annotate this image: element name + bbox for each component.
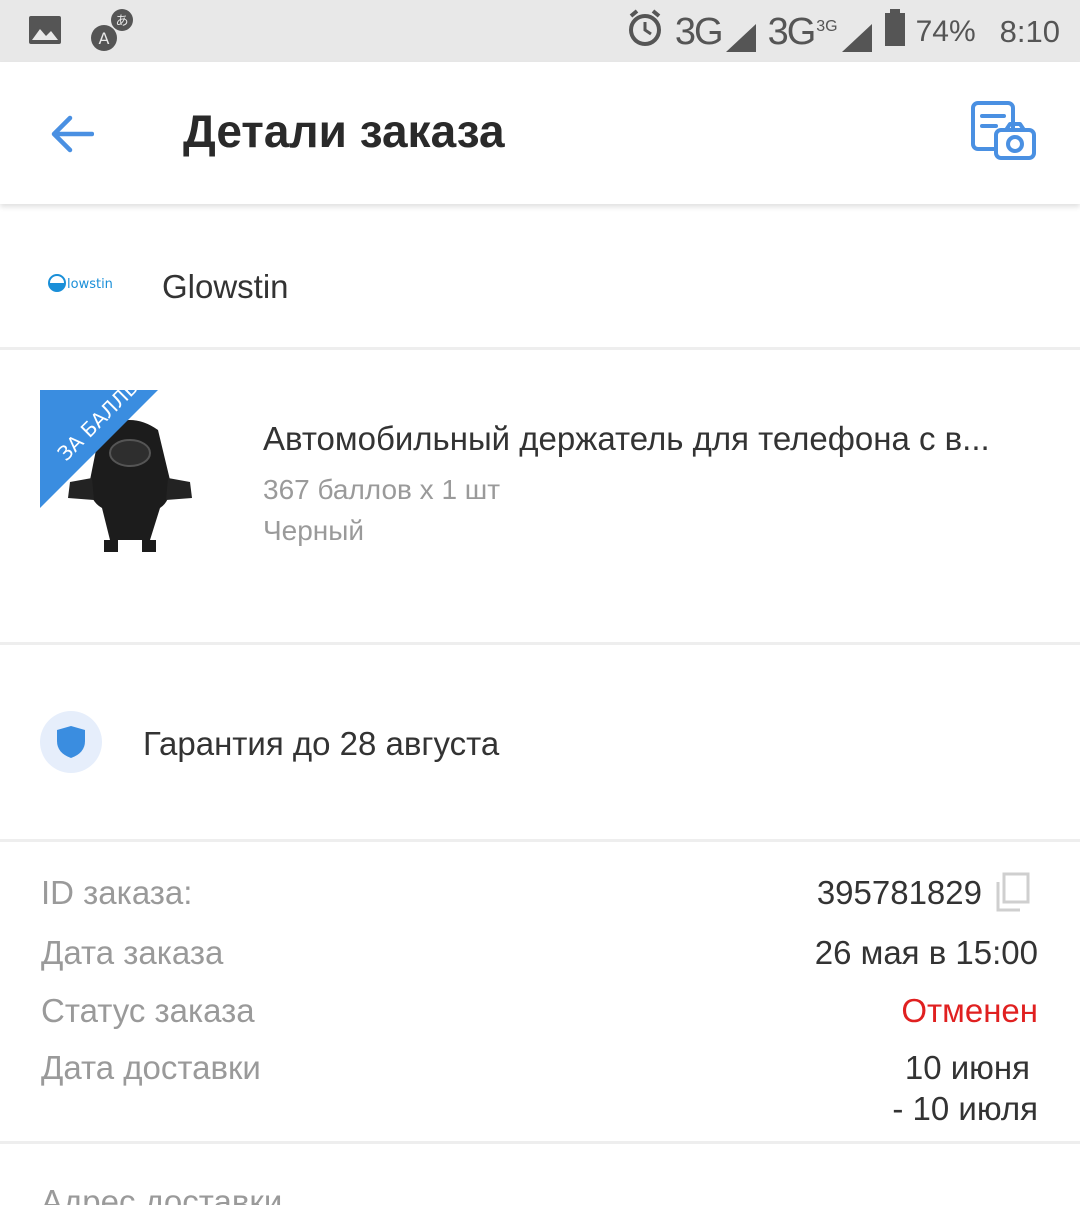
warranty-text: Гарантия до 28 августа bbox=[143, 725, 500, 762]
product-image: ЗА БАЛЛЫ bbox=[40, 372, 210, 560]
signal-icon bbox=[725, 23, 756, 52]
delivery-date-value-end: - 10 июля bbox=[892, 1090, 1038, 1127]
delivery-date-label: Дата доставки bbox=[41, 1049, 261, 1086]
product-row[interactable]: ЗА БАЛЛЫ Автомобильный держатель для тел… bbox=[0, 350, 1080, 645]
warranty-row[interactable]: Гарантия до 28 августа bbox=[0, 645, 1080, 842]
network-type-sup: 3G bbox=[816, 17, 838, 35]
alarm-icon bbox=[625, 8, 665, 56]
product-color: Черный bbox=[263, 515, 365, 546]
battery-percent: 74% bbox=[915, 15, 976, 48]
back-button[interactable] bbox=[44, 106, 100, 162]
order-status-value: Отменен bbox=[901, 992, 1038, 1029]
svg-text:あ: あ bbox=[115, 14, 128, 29]
store-row[interactable]: lowstin Glowstin bbox=[0, 204, 1080, 350]
svg-text:A: A bbox=[99, 29, 110, 48]
order-status-label: Статус заказа bbox=[41, 992, 255, 1029]
photo-gallery-button[interactable] bbox=[970, 100, 1040, 164]
arrow-left-icon bbox=[51, 115, 94, 153]
network-type-label: 3G bbox=[674, 10, 724, 53]
order-id-label: ID заказа: bbox=[41, 874, 193, 911]
page-title: Детали заказа bbox=[183, 105, 505, 157]
shield-icon bbox=[40, 711, 102, 773]
copy-icon[interactable] bbox=[994, 872, 1030, 912]
product-price: 367 баллов x 1 шт bbox=[263, 474, 501, 505]
delivery-address-label: Адрес доставки bbox=[41, 1183, 283, 1205]
store-name: Glowstin bbox=[162, 268, 289, 305]
svg-text:lowstin: lowstin bbox=[67, 277, 113, 292]
clock-time: 8:10 bbox=[999, 14, 1060, 49]
store-logo: lowstin bbox=[48, 272, 118, 294]
network-indicator-1: 3G bbox=[675, 11, 758, 54]
product-title: Автомобильный держатель для телефона с в… bbox=[263, 420, 990, 457]
battery-icon bbox=[884, 9, 906, 55]
order-details: ID заказа: 395781829 Дата заказа 26 мая … bbox=[0, 842, 1080, 1144]
translate-notification-icon: Aあ bbox=[90, 8, 134, 57]
order-date-value: 26 мая в 15:00 bbox=[814, 934, 1038, 971]
network-type-label: 3G bbox=[767, 10, 817, 53]
status-bar: Aあ 3G 3G 3G 74% 8:10 bbox=[0, 0, 1080, 62]
delivery-date-value-start: 10 июня bbox=[904, 1049, 1030, 1086]
image-notification-icon bbox=[28, 15, 62, 50]
photo-gallery-camera-icon bbox=[971, 101, 1036, 160]
app-bar: Детали заказа bbox=[0, 62, 1080, 204]
order-id-value: 395781829 bbox=[816, 874, 982, 911]
order-date-label: Дата заказа bbox=[41, 934, 224, 971]
network-indicator-2: 3G 3G bbox=[768, 11, 874, 54]
signal-icon bbox=[841, 23, 872, 52]
